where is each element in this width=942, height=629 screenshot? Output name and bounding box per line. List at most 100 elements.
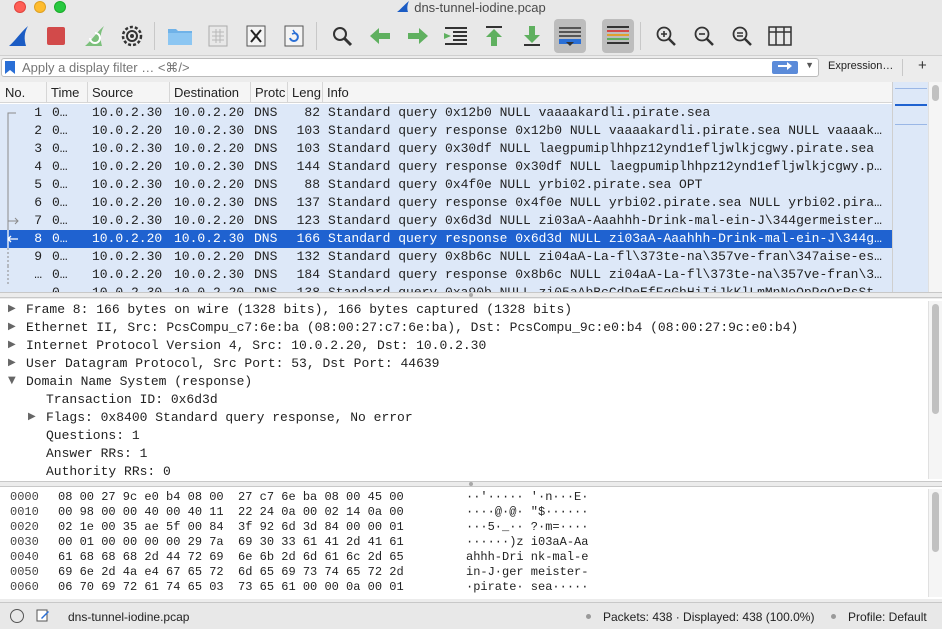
packet-row[interactable]: … 0… 10.0.2.20 10.0.2.30 DNS 184 Standard quer… <box>0 266 892 284</box>
detail-tree-item[interactable]: ▶ User Datagram Protocol, Src Port: 53, D… <box>0 355 928 373</box>
hex-dump-row[interactable]: 0060 06 70 69 72 61 74 65 03 73 65 61 00 … <box>0 580 928 595</box>
go-to-packet-button[interactable] <box>440 19 472 53</box>
scrollbar-thumb[interactable] <box>932 492 939 552</box>
packet-row[interactable]: 2 0… 10.0.2.20 10.0.2.30 DNS 103 Standard quer… <box>0 122 892 140</box>
packet-minimap[interactable] <box>892 82 928 292</box>
related-packet-indicator <box>7 212 19 230</box>
go-back-button[interactable] <box>364 19 396 53</box>
stop-capture-button[interactable] <box>40 19 72 53</box>
detail-text: Answer RRs: 1 <box>46 446 148 461</box>
detail-tree-item[interactable]: ▶ Internet Protocol Version 4, Src: 10.0.… <box>0 337 928 355</box>
open-file-button[interactable] <box>164 19 196 53</box>
related-packet-indicator <box>7 122 9 140</box>
chevron-right-icon[interactable]: ▶ <box>8 357 16 368</box>
column-separator[interactable] <box>250 82 251 103</box>
column-separator[interactable] <box>87 82 88 103</box>
autoscroll-button[interactable] <box>554 19 586 53</box>
reload-file-button[interactable] <box>278 19 310 53</box>
find-packet-button[interactable] <box>326 19 358 53</box>
packet-row[interactable]: 1 0… 10.0.2.30 10.0.2.20 DNS 82 Standard query… <box>0 104 892 122</box>
related-packet-indicator <box>7 266 9 284</box>
packet-row[interactable]: 4 0… 10.0.2.20 10.0.2.30 DNS 144 Standard quer… <box>0 158 892 176</box>
detail-tree-item[interactable]: ▼ Domain Name System (response) <box>0 373 928 391</box>
splitter-handle[interactable] <box>469 293 473 297</box>
zoom-out-button[interactable] <box>688 19 720 53</box>
resize-columns-button[interactable] <box>764 19 796 53</box>
column-separator[interactable] <box>287 82 288 103</box>
packet-list-scrollbar[interactable] <box>928 82 942 292</box>
column-header-source[interactable]: Source <box>92 85 168 100</box>
column-header-length[interactable]: Leng <box>292 85 321 100</box>
ascii-bytes: ····@·@· "$······ <box>466 505 589 519</box>
splitter-handle[interactable] <box>469 482 473 486</box>
ascii-bytes: ···5·_·· ?·m=···· <box>466 520 589 534</box>
capture-comment-icon[interactable] <box>36 608 50 622</box>
column-separator[interactable] <box>322 82 323 103</box>
column-header-time[interactable]: Time <box>51 85 87 100</box>
bookmark-icon[interactable] <box>5 61 15 74</box>
hex-bytes: 00 98 00 00 40 00 40 11 22 24 0a 00 02 1… <box>58 505 404 519</box>
hex-dump-row[interactable]: 0040 61 68 68 68 2d 44 72 69 6e 6b 2d 6d … <box>0 550 928 565</box>
zoom-in-button[interactable] <box>650 19 682 53</box>
normal-size-button[interactable] <box>726 19 758 53</box>
column-header-destination[interactable]: Destination <box>174 85 248 100</box>
last-packet-button[interactable] <box>516 19 548 53</box>
hex-dump-row[interactable]: 0050 69 6e 2d 4a e4 67 65 72 6d 65 69 73 … <box>0 565 928 580</box>
expert-info-icon[interactable] <box>10 609 24 623</box>
hex-offset: 0060 <box>10 580 39 594</box>
bytes-scrollbar[interactable] <box>928 489 942 597</box>
chevron-right-icon[interactable]: ▶ <box>8 339 16 350</box>
expression-button[interactable]: Expression… <box>828 60 893 72</box>
packet-row[interactable]: 5 0… 10.0.2.30 10.0.2.20 DNS 88 Standard query… <box>0 176 892 194</box>
column-header-no[interactable]: No. <box>5 85 45 100</box>
colorize-button[interactable] <box>602 19 634 53</box>
close-file-button[interactable] <box>240 19 272 53</box>
column-header-protocol[interactable]: Protc <box>255 85 286 100</box>
detail-tree-item[interactable]: ▶ Ethernet II, Src: PcsCompu_c7:6e:ba (08… <box>0 319 928 337</box>
hex-offset: 0000 <box>10 490 39 504</box>
scrollbar-thumb[interactable] <box>932 85 939 101</box>
column-separator[interactable] <box>169 82 170 103</box>
packet-row[interactable]: 3 0… 10.0.2.30 10.0.2.20 DNS 103 Standard quer… <box>0 140 892 158</box>
pane-splitter[interactable] <box>0 292 942 298</box>
hex-dump-row[interactable]: 0000 08 00 27 9c e0 b4 08 00 27 c7 6e ba … <box>0 490 928 505</box>
detail-tree-item[interactable]: Questions: 1 <box>0 427 928 445</box>
title-bar: dns-tunnel-iodine.pcap <box>0 0 942 16</box>
hex-dump-row[interactable]: 0020 02 1e 00 35 ae 5f 00 84 3f 92 6d 3d … <box>0 520 928 535</box>
detail-tree-item[interactable]: ▶ Frame 8: 166 bytes on wire (1328 bits),… <box>0 301 928 319</box>
filter-history-dropdown[interactable]: ▼ <box>805 60 814 70</box>
packet-row[interactable]: 7 0… 10.0.2.30 10.0.2.20 DNS 123 Standard quer… <box>0 212 892 230</box>
scrollbar-thumb[interactable] <box>932 304 939 414</box>
detail-tree-item[interactable]: Answer RRs: 1 <box>0 445 928 463</box>
packet-row[interactable]: 6 0… 10.0.2.20 10.0.2.30 DNS 137 Standard quer… <box>0 194 892 212</box>
hex-dump-row[interactable]: 0010 00 98 00 00 40 00 40 11 22 24 0a 00 … <box>0 505 928 520</box>
hex-dump-row[interactable]: 0030 00 01 00 00 00 00 29 7a 69 30 33 61 … <box>0 535 928 550</box>
status-profile[interactable]: Profile: Default <box>848 610 927 624</box>
save-file-button[interactable] <box>202 19 234 53</box>
packet-length: 88 <box>304 177 320 192</box>
first-packet-button[interactable] <box>478 19 510 53</box>
details-scrollbar[interactable] <box>928 301 942 479</box>
chevron-down-icon[interactable]: ▼ <box>8 375 16 386</box>
capture-options-button[interactable] <box>116 19 148 53</box>
apply-filter-button[interactable] <box>772 61 798 74</box>
chevron-right-icon[interactable]: ▶ <box>8 303 16 314</box>
add-filter-button[interactable]: + <box>918 57 927 74</box>
column-header-info[interactable]: Info <box>327 85 387 100</box>
column-separator[interactable] <box>46 82 47 103</box>
packet-row[interactable]: 9 0… 10.0.2.30 10.0.2.20 DNS 132 Standard quer… <box>0 248 892 266</box>
packet-protocol: DNS <box>254 141 278 156</box>
file-grid-icon <box>208 25 228 47</box>
chevron-right-icon[interactable]: ▶ <box>8 321 16 332</box>
packet-row-selected[interactable]: 8 0… 10.0.2.20 10.0.2.30 DNS 166 Standard quer… <box>0 230 892 248</box>
go-forward-button[interactable] <box>402 19 434 53</box>
packet-row[interactable]: …0…10.0.2.3010.0.2.20DNS138Standard quer… <box>0 284 892 292</box>
detail-tree-item[interactable]: ▶ Flags: 0x8400 Standard query response, … <box>0 409 928 427</box>
arrow-up-icon <box>486 26 502 46</box>
start-capture-button[interactable] <box>2 19 34 53</box>
detail-tree-item[interactable]: Transaction ID: 0x6d3d <box>0 391 928 409</box>
chevron-right-icon[interactable]: ▶ <box>28 411 36 422</box>
restart-capture-button[interactable] <box>78 19 110 53</box>
detail-tree-item[interactable]: Authority RRs: 0 <box>0 463 928 481</box>
display-filter-input[interactable] <box>22 59 772 76</box>
